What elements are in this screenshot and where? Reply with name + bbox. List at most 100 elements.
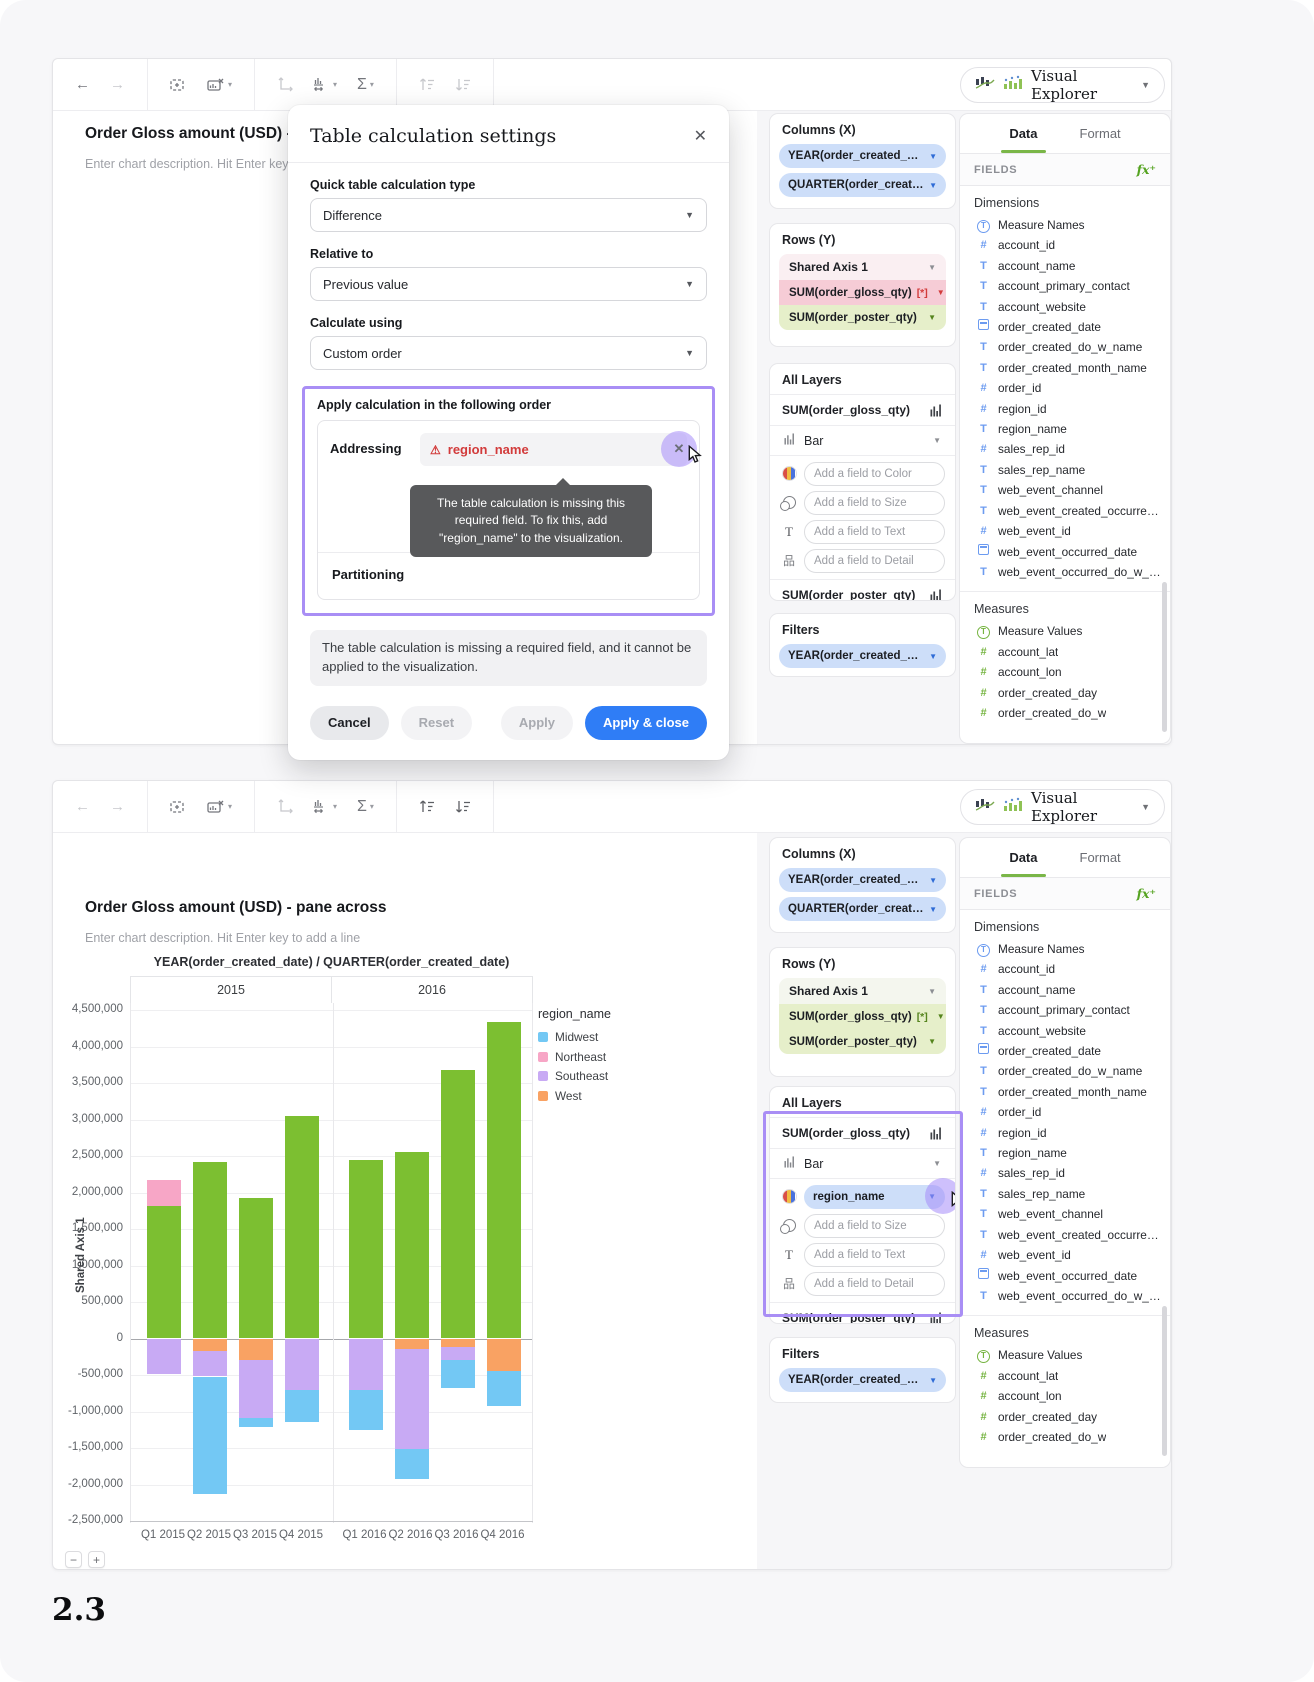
bar-segment[interactable] — [395, 1349, 429, 1449]
legend-item[interactable]: Northeast — [538, 1050, 668, 1064]
visual-explorer-menu[interactable]: Visual Explorer ▼ — [960, 789, 1165, 825]
shelf-pill[interactable]: QUARTER(order_created_...▼ — [779, 173, 946, 197]
field-item[interactable]: #web_event_id — [960, 521, 1170, 541]
bar-segment[interactable] — [285, 1339, 319, 1390]
measure-pill[interactable]: SUM(order_gloss_qty)[*]▼ — [779, 1004, 946, 1029]
field-item[interactable]: #account_id — [960, 959, 1170, 979]
add-formula-icon[interactable]: fx⁺ — [1137, 162, 1156, 177]
layer-type-select[interactable]: Bar▼ — [770, 425, 955, 455]
layer-poster-row[interactable]: SUM(order_poster_qty) — [770, 1302, 955, 1324]
field-item[interactable]: order_created_date — [960, 1041, 1170, 1061]
tab-data[interactable]: Data — [1009, 114, 1037, 153]
bar-segment[interactable] — [193, 1351, 227, 1377]
field-item[interactable]: #account_lat — [960, 1366, 1170, 1386]
field-item[interactable]: Torder_created_do_w_name — [960, 1061, 1170, 1081]
close-icon[interactable]: ✕ — [694, 126, 707, 146]
field-item[interactable]: Tregion_name — [960, 419, 1170, 439]
field-item[interactable]: #account_lat — [960, 642, 1170, 662]
apply-button[interactable]: Apply — [501, 706, 573, 740]
zoom-out-button[interactable]: − — [65, 1551, 82, 1568]
shared-axis-header[interactable]: Shared Axis 1▼ — [779, 254, 946, 280]
bar-segment[interactable] — [285, 1116, 319, 1339]
encoding-drop-target[interactable]: Add a field to Size — [804, 491, 945, 515]
bar-segment[interactable] — [395, 1339, 429, 1349]
bar-chart[interactable]: YEAR(order_created_date) / QUARTER(order… — [53, 781, 757, 1569]
layer-poster-row[interactable]: SUM(order_poster_qty) — [770, 579, 955, 601]
bar-segment[interactable] — [147, 1206, 181, 1339]
legend-item[interactable]: West — [538, 1089, 668, 1103]
shelf-pill[interactable]: YEAR(order_created_date)▼ — [779, 144, 946, 168]
bar-segment[interactable] — [487, 1339, 521, 1371]
field-item[interactable]: #order_id — [960, 1102, 1170, 1122]
bar-segment[interactable] — [239, 1339, 273, 1360]
bar-segment[interactable] — [239, 1198, 273, 1338]
tab-format[interactable]: Format — [1080, 114, 1121, 153]
field-item[interactable]: #account_lon — [960, 1386, 1170, 1406]
remove-visualization-icon[interactable]: ▾ — [207, 77, 232, 93]
bar-segment[interactable] — [487, 1022, 521, 1338]
encoding-drop-target[interactable]: Add a field to Text — [804, 520, 945, 544]
field-item[interactable]: Torder_created_month_name — [960, 1082, 1170, 1102]
field-item[interactable]: Tweb_event_channel — [960, 480, 1170, 500]
field-item[interactable]: #region_id — [960, 1123, 1170, 1143]
field-item[interactable]: #order_created_do_w — [960, 1427, 1170, 1447]
field-item[interactable]: Taccount_website — [960, 297, 1170, 317]
bar-segment[interactable] — [193, 1162, 227, 1339]
field-item[interactable]: #region_id — [960, 399, 1170, 419]
bar-segment[interactable] — [441, 1347, 475, 1360]
encoding-drop-target[interactable]: Add a field to Size — [804, 1214, 945, 1238]
reset-button[interactable]: Reset — [401, 706, 472, 740]
swap-axes-icon[interactable] — [277, 77, 293, 93]
bar-segment[interactable] — [285, 1390, 319, 1422]
bar-segment[interactable] — [349, 1160, 383, 1339]
encoding-drop-target[interactable]: Add a field to Detail — [804, 549, 945, 573]
field-item[interactable]: Taccount_name — [960, 980, 1170, 1000]
field-item[interactable]: Tweb_event_occurred_do_w_na... — [960, 562, 1170, 582]
calc-using-select[interactable]: Custom order▼ — [310, 336, 707, 370]
shelf-pill[interactable]: QUARTER(order_created_...▼ — [779, 897, 946, 921]
field-item[interactable]: web_event_occurred_date — [960, 1266, 1170, 1286]
field-item[interactable]: Taccount_primary_contact — [960, 1000, 1170, 1020]
plot-area[interactable] — [130, 1003, 533, 1523]
bar-segment[interactable] — [193, 1339, 227, 1351]
tab-data[interactable]: Data — [1009, 838, 1037, 877]
field-item[interactable]: Tregion_name — [960, 1143, 1170, 1163]
sort-ascending-icon[interactable] — [419, 77, 435, 92]
bar-segment[interactable] — [349, 1339, 383, 1390]
zoom-in-button[interactable]: + — [88, 1551, 105, 1568]
field-item[interactable]: Taccount_website — [960, 1021, 1170, 1041]
field-item[interactable]: Taccount_primary_contact — [960, 276, 1170, 296]
bar-segment[interactable] — [395, 1152, 429, 1339]
add-child-element-icon[interactable] — [170, 77, 187, 93]
scrollbar-thumb[interactable] — [1162, 1306, 1167, 1456]
encoding-field-pill[interactable]: region_name▼ — [804, 1185, 945, 1209]
field-item[interactable]: Tweb_event_channel — [960, 1204, 1170, 1224]
encoding-drop-target[interactable]: Add a field to Detail — [804, 1272, 945, 1296]
tab-format[interactable]: Format — [1080, 838, 1121, 877]
bar-segment[interactable] — [239, 1418, 273, 1427]
field-item[interactable]: #order_id — [960, 378, 1170, 398]
field-item[interactable]: #order_created_day — [960, 1407, 1170, 1427]
measure-pill[interactable]: SUM(order_poster_qty)▼ — [779, 1029, 946, 1054]
aggregate-sigma-icon[interactable]: Σ▾ — [357, 77, 374, 93]
bar-segment[interactable] — [193, 1377, 227, 1495]
legend-item[interactable]: Southeast — [538, 1069, 668, 1083]
field-item[interactable]: Torder_created_month_name — [960, 358, 1170, 378]
apply-close-button[interactable]: Apply & close — [585, 706, 707, 740]
bar-segment[interactable] — [147, 1180, 181, 1206]
field-item[interactable]: #order_created_day — [960, 683, 1170, 703]
field-item[interactable]: Tweb_event_created_occurred... — [960, 1225, 1170, 1245]
encoding-drop-target[interactable]: Add a field to Text — [804, 1243, 945, 1267]
field-item[interactable]: #sales_rep_id — [960, 1163, 1170, 1183]
bar-segment[interactable] — [239, 1360, 273, 1418]
bar-segment[interactable] — [395, 1449, 429, 1480]
filter-pill[interactable]: YEAR(order_created_date)▼ — [779, 1368, 946, 1392]
axis-settings-icon[interactable]: ▾ — [313, 77, 337, 93]
field-item[interactable]: TMeasure Names — [960, 939, 1170, 959]
field-item[interactable]: Tsales_rep_name — [960, 1184, 1170, 1204]
encoding-drop-target[interactable]: Add a field to Color — [804, 462, 945, 486]
field-item[interactable]: order_created_date — [960, 317, 1170, 337]
layer-type-select[interactable]: Bar▼ — [770, 1148, 955, 1178]
shared-axis-header[interactable]: Shared Axis 1▼ — [779, 978, 946, 1004]
field-item[interactable]: TMeasure Values — [960, 621, 1170, 641]
